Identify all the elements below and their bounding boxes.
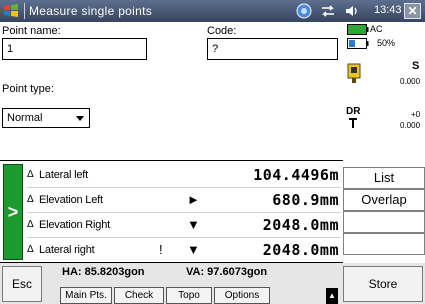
reading-label: Lateral left [39, 169, 88, 181]
clock[interactable]: 13:43 [374, 4, 402, 16]
store-button[interactable]: Store [343, 266, 423, 302]
ac-label: AC [370, 24, 383, 34]
reading-value: 2048.0mm [262, 216, 339, 234]
code-label: Code: [207, 25, 237, 37]
code-input[interactable]: ? [207, 38, 338, 60]
windows-start-icon[interactable] [2, 2, 20, 20]
tab-scroll-up-icon[interactable]: ▲ [326, 288, 338, 304]
empty-side-button[interactable] [343, 211, 425, 233]
reading-label: Elevation Left [39, 194, 103, 206]
horizontal-angle: HA: 85.8203gon [62, 266, 145, 278]
reading-label: Lateral right [39, 244, 95, 256]
point-type-label: Point type: [2, 83, 54, 95]
instrument-icon [347, 63, 361, 83]
list-button[interactable]: List [343, 167, 425, 189]
reading-row[interactable]: Δ Lateral left 104.4496m [27, 163, 341, 188]
s-label: S [412, 60, 420, 72]
power-plug-battery-icon [347, 24, 369, 35]
point-type-value: Normal [7, 112, 43, 124]
dr-bottom-value: 0.000 [400, 121, 421, 130]
reading-row[interactable]: Δ Elevation Right ▼ 2048.0mm [27, 213, 341, 238]
reading-value: 2048.0mm [262, 241, 339, 259]
point-name-input[interactable]: 1 [2, 38, 147, 60]
measure-arrow-button[interactable]: > [3, 164, 23, 260]
point-name-label: Point name: [2, 25, 61, 37]
empty-side-button[interactable] [343, 233, 425, 255]
point-type-select[interactable]: Normal [2, 108, 90, 128]
dr-label: DR [346, 106, 361, 117]
reading-row[interactable]: Δ Elevation Left ► 680.9mm [27, 188, 341, 213]
reading-value: 680.9mm [272, 191, 339, 209]
down-triangle-icon: ▼ [187, 217, 200, 232]
prism-pole-icon [349, 118, 357, 128]
volume-icon[interactable] [344, 3, 360, 19]
readings-panel: > Δ Lateral left 104.4496m Δ Elevation L… [0, 160, 343, 263]
delta-symbol: Δ [27, 219, 34, 230]
close-button[interactable]: ✕ [404, 3, 421, 19]
connectivity-icon[interactable] [296, 3, 312, 19]
esc-button[interactable]: Esc [2, 266, 42, 302]
window-title: Measure single points [29, 4, 153, 18]
tab-topo[interactable]: Topo [166, 287, 212, 304]
delta-symbol: Δ [27, 169, 34, 180]
status-panel: AC 50% S 0.000 DR +0 0.000 [343, 22, 425, 167]
overlap-button[interactable]: Overlap [343, 189, 425, 211]
reading-row[interactable]: Δ Lateral right ! ▼ 2048.0mm [27, 238, 341, 263]
battery-icon [347, 38, 369, 49]
battery-percent: 50% [377, 38, 396, 48]
tab-check[interactable]: Check [114, 287, 164, 304]
delta-symbol: Δ [27, 194, 34, 205]
vertical-angle: VA: 97.6073gon [186, 266, 268, 278]
right-triangle-icon: ► [187, 192, 200, 207]
reading-label: Elevation Right [39, 219, 110, 231]
tab-options[interactable]: Options [214, 287, 270, 304]
chevron-down-icon [76, 116, 84, 121]
s-value: 0.000 [400, 77, 421, 86]
dr-top-value: +0 [411, 110, 421, 119]
delta-symbol: Δ [27, 244, 34, 255]
title-bar: Measure single points 13:43 ✕ [0, 0, 425, 22]
reading-value: 104.4496m [253, 166, 339, 184]
tab-main-pts[interactable]: Main Pts. [60, 287, 112, 304]
sync-arrows-icon[interactable] [320, 3, 336, 19]
title-separator [24, 3, 25, 19]
warning-marker: ! [159, 242, 163, 257]
down-triangle-icon: ▼ [187, 242, 200, 257]
